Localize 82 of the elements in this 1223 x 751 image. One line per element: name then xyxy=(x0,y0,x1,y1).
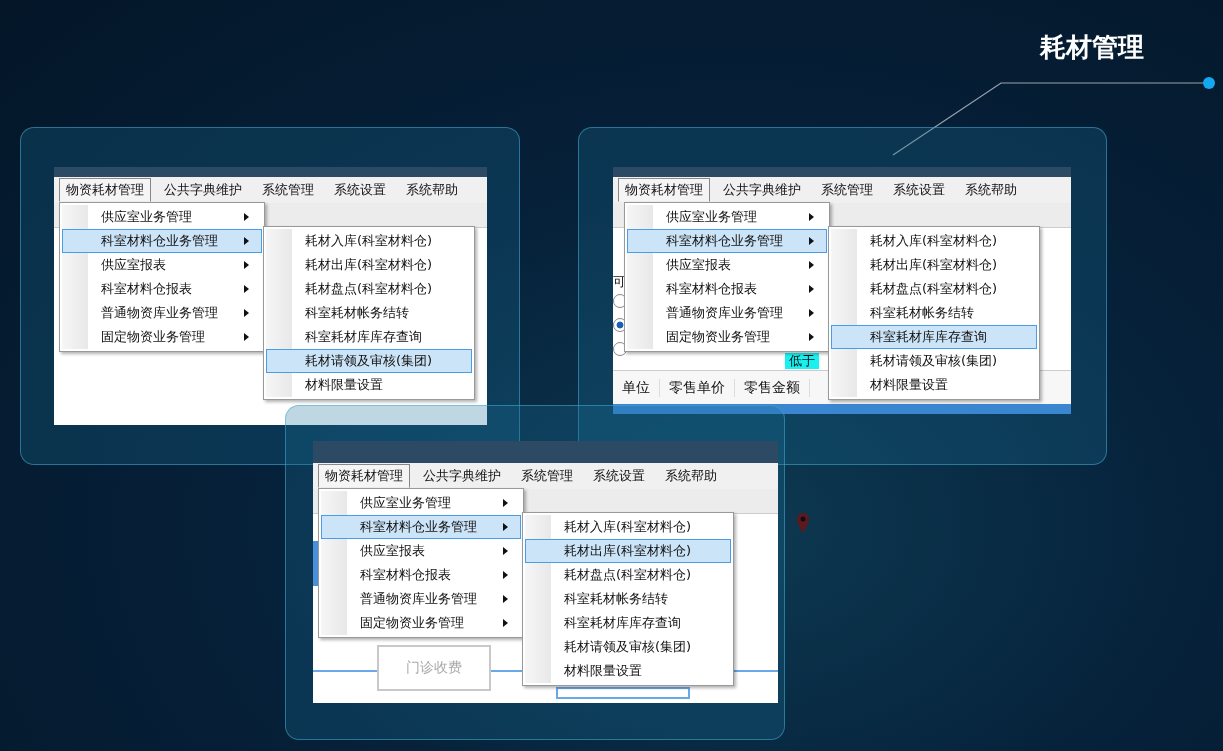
menu-item[interactable]: 耗材出库(科室材料仓) xyxy=(525,539,731,563)
menu-item[interactable]: 耗材请领及审核(集团) xyxy=(266,349,472,373)
highlight-label: 低于 xyxy=(785,353,819,369)
caret-icon xyxy=(503,571,508,579)
menu-item[interactable]: 供应室业务管理 xyxy=(321,491,521,515)
menu-item[interactable]: 科室材料仓报表 xyxy=(627,277,827,301)
menu-item[interactable]: 固定物资业务管理 xyxy=(321,611,521,635)
menu-bar-item[interactable]: 物资耗材管理 xyxy=(318,464,410,488)
menu-item[interactable]: 耗材出库(科室材料仓) xyxy=(266,253,472,277)
menu-item[interactable]: 科室耗材库库存查询 xyxy=(525,611,731,635)
caret-icon xyxy=(503,499,508,507)
caret-icon xyxy=(244,333,249,341)
menu-item[interactable]: 科室耗材帐务结转 xyxy=(266,301,472,325)
menu-bar-item[interactable]: 系统设置 xyxy=(586,464,652,488)
menu-bar-item[interactable]: 系统管理 xyxy=(814,178,880,202)
menu-bar-item[interactable]: 系统帮助 xyxy=(658,464,724,488)
menu-item[interactable]: 普通物资库业务管理 xyxy=(321,587,521,611)
menu-bar-item[interactable]: 公共字典维护 xyxy=(416,464,508,488)
menu-item[interactable]: 耗材请领及审核(集团) xyxy=(525,635,731,659)
menu-bar-item[interactable]: 公共字典维护 xyxy=(157,178,249,202)
menu-item[interactable]: 耗材入库(科室材料仓) xyxy=(525,515,731,539)
radio-button[interactable] xyxy=(613,342,627,356)
menu-item[interactable]: 科室材料仓业务管理 xyxy=(62,229,262,253)
menu-item[interactable]: 耗材入库(科室材料仓) xyxy=(266,229,472,253)
menu-bar-item[interactable]: 物资耗材管理 xyxy=(59,178,151,202)
page-title: 耗材管理 xyxy=(1040,31,1144,64)
menu-item[interactable]: 科室耗材帐务结转 xyxy=(525,587,731,611)
menu-bar-item[interactable]: 系统管理 xyxy=(514,464,580,488)
menu-bar-item[interactable]: 系统帮助 xyxy=(399,178,465,202)
endpoint-dot xyxy=(1203,77,1215,89)
caret-icon xyxy=(503,619,508,627)
map-pin-icon xyxy=(796,512,810,534)
caret-icon xyxy=(244,261,249,269)
menu-item[interactable]: 科室耗材帐务结转 xyxy=(831,301,1037,325)
menu-item[interactable]: 耗材盘点(科室材料仓) xyxy=(831,277,1037,301)
menu-item[interactable]: 科室材料仓报表 xyxy=(321,563,521,587)
menu-bar-item[interactable]: 公共字典维护 xyxy=(716,178,808,202)
menu-item[interactable]: 固定物资业务管理 xyxy=(62,325,262,349)
menu-bar-item[interactable]: 物资耗材管理 xyxy=(618,178,710,202)
menu-item[interactable]: 耗材盘点(科室材料仓) xyxy=(266,277,472,301)
caret-icon xyxy=(244,213,249,221)
menu-item[interactable]: 科室耗材库库存查询 xyxy=(266,325,472,349)
caret-icon xyxy=(809,285,814,293)
menu-item[interactable]: 耗材出库(科室材料仓) xyxy=(831,253,1037,277)
menu-item[interactable]: 科室材料仓业务管理 xyxy=(321,515,521,539)
menu-bar-item[interactable]: 系统帮助 xyxy=(958,178,1024,202)
menu-item[interactable]: 供应室业务管理 xyxy=(627,205,827,229)
caret-icon xyxy=(809,213,814,221)
menu-item[interactable]: 材料限量设置 xyxy=(525,659,731,683)
caret-icon xyxy=(809,237,814,245)
menu-bar-item[interactable]: 系统管理 xyxy=(255,178,321,202)
menu-bar-item[interactable]: 系统设置 xyxy=(327,178,393,202)
column-header: 零售金额 xyxy=(735,379,810,397)
menu-bar-item[interactable]: 系统设置 xyxy=(886,178,952,202)
caret-icon xyxy=(503,523,508,531)
menu-item[interactable]: 供应室业务管理 xyxy=(62,205,262,229)
menu-item[interactable]: 科室耗材库库存查询 xyxy=(831,325,1037,349)
column-header: 单位 xyxy=(613,379,660,397)
menu-item[interactable]: 耗材请领及审核(集团) xyxy=(831,349,1037,373)
menu-item[interactable]: 材料限量设置 xyxy=(831,373,1037,397)
menu-item[interactable]: 普通物资库业务管理 xyxy=(627,301,827,325)
menu-item[interactable]: 材料限量设置 xyxy=(266,373,472,397)
caret-icon xyxy=(809,309,814,317)
menu-item[interactable]: 科室材料仓报表 xyxy=(62,277,262,301)
menu-item[interactable]: 耗材盘点(科室材料仓) xyxy=(525,563,731,587)
input-field[interactable] xyxy=(556,687,690,699)
caret-icon xyxy=(503,595,508,603)
menu-item[interactable]: 供应室报表 xyxy=(321,539,521,563)
caret-icon xyxy=(244,309,249,317)
caret-icon xyxy=(244,237,249,245)
caret-icon xyxy=(809,261,814,269)
menu-item[interactable]: 供应室报表 xyxy=(62,253,262,277)
column-header: 零售单价 xyxy=(660,379,735,397)
menu-item[interactable]: 耗材入库(科室材料仓) xyxy=(831,229,1037,253)
caret-icon xyxy=(244,285,249,293)
menu-item[interactable]: 供应室报表 xyxy=(627,253,827,277)
menu-item[interactable]: 科室材料仓业务管理 xyxy=(627,229,827,253)
menu-item[interactable]: 固定物资业务管理 xyxy=(627,325,827,349)
menu-item[interactable]: 普通物资库业务管理 xyxy=(62,301,262,325)
form-label: 可 xyxy=(613,273,626,291)
caret-icon xyxy=(503,547,508,555)
caret-icon xyxy=(809,333,814,341)
